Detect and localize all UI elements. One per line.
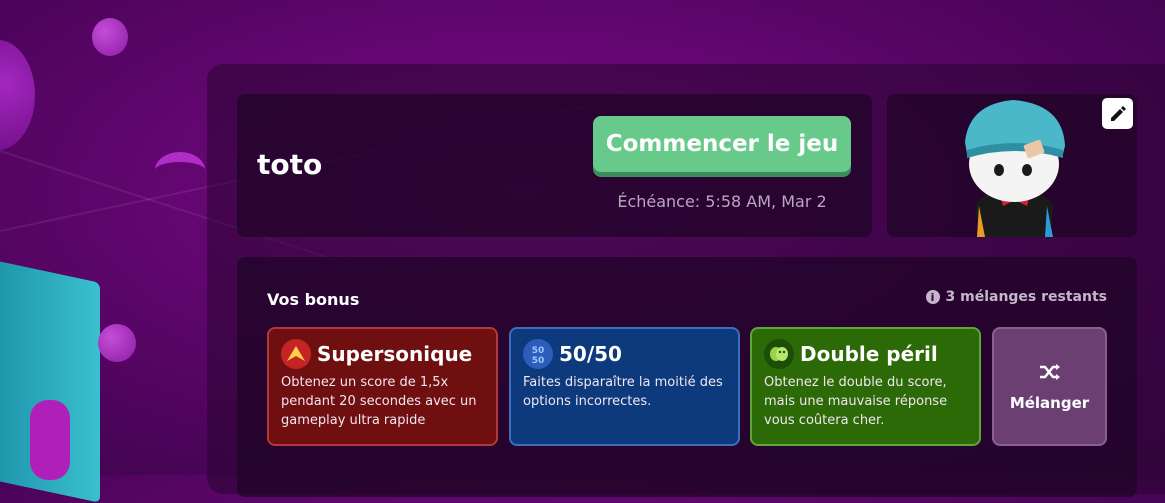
bonus-title: Vos bonus — [267, 290, 360, 309]
shuffles-remaining: i 3 mélanges restants — [925, 289, 1108, 305]
svg-text:50: 50 — [532, 346, 545, 356]
bonus-fifty-fifty[interactable]: 50 50 50/50 Faites disparaître la moitié… — [509, 327, 740, 446]
bonus-name: 50/50 — [559, 342, 622, 366]
bonus-description: Faites disparaître la moitié des options… — [523, 375, 723, 409]
svg-text:50: 50 — [532, 356, 545, 366]
shuffle-button[interactable]: Mélanger — [992, 327, 1107, 446]
bonus-supersonic[interactable]: Supersonique Obtenez un score de 1,5x pe… — [267, 327, 498, 446]
decor-curl — [155, 152, 205, 188]
bonus-name: Double péril — [800, 342, 938, 366]
edit-avatar-button[interactable] — [1102, 98, 1133, 129]
fifty-fifty-icon: 50 50 — [523, 339, 553, 369]
avatar — [965, 100, 1065, 237]
info-icon: i — [925, 290, 940, 304]
bonus-description: Obtenez un score de 1,5x pendant 20 seco… — [281, 375, 477, 428]
supersonic-icon — [281, 339, 311, 369]
pencil-icon — [1110, 105, 1126, 121]
shuffle-label: Mélanger — [1009, 393, 1090, 412]
decor-ball — [98, 324, 136, 362]
player-name: toto — [257, 148, 323, 181]
masks-icon — [764, 339, 794, 369]
decor-block-side — [30, 400, 70, 480]
player-card: toto Commencer le jeu Échéance: 5:58 AM,… — [237, 94, 872, 237]
avatar-card — [887, 94, 1137, 237]
decor-ball — [92, 18, 128, 56]
bonus-name: Supersonique — [317, 342, 473, 366]
decor-ball — [0, 40, 35, 150]
bonus-double-peril[interactable]: Double péril Obtenez le double du score,… — [750, 327, 981, 446]
start-game-button[interactable]: Commencer le jeu — [593, 116, 851, 172]
deadline-text: Échéance: 5:58 AM, Mar 2 — [617, 192, 827, 211]
shuffle-icon — [1039, 363, 1060, 380]
bonus-card: Vos bonus i 3 mélanges restants Superson… — [237, 257, 1137, 497]
bonus-description: Obtenez le double du score, mais une mau… — [764, 375, 948, 428]
shuffles-remaining-text: 3 mélanges restants — [945, 289, 1108, 305]
